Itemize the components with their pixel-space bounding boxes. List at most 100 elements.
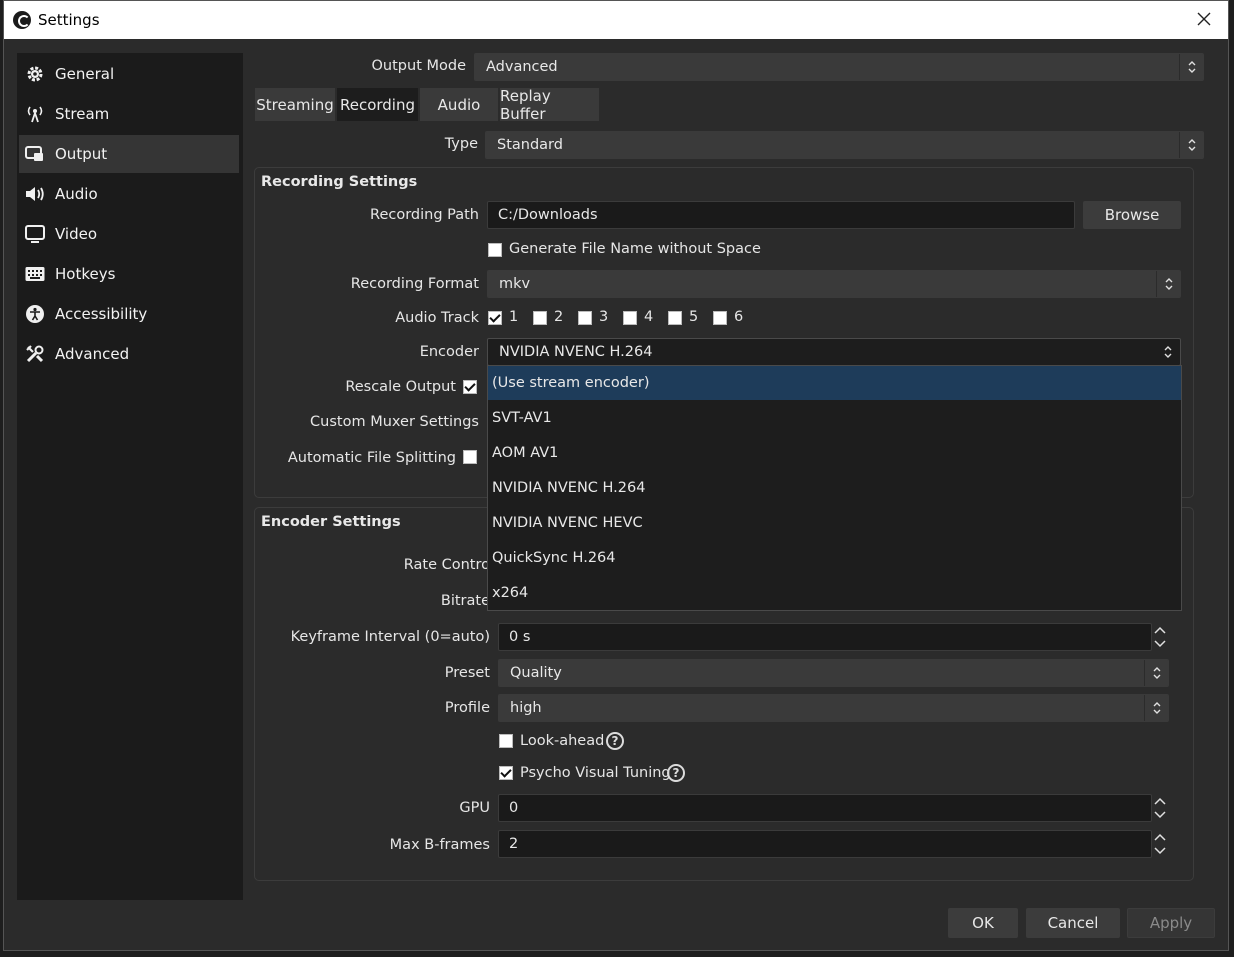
preset-label: Preset [444, 665, 490, 681]
updown-arrows-icon [1156, 271, 1180, 297]
encoder-option[interactable]: SVT-AV1 [488, 401, 1181, 435]
custom-muxer-label: Custom Muxer Settings [310, 414, 479, 430]
type-select[interactable]: Standard [485, 131, 1204, 159]
cancel-button[interactable]: Cancel [1026, 908, 1120, 938]
recording-settings-title: Recording Settings [261, 174, 418, 190]
speaker-icon [25, 184, 45, 204]
updown-arrows-icon [1156, 339, 1180, 365]
browse-button[interactable]: Browse [1083, 201, 1181, 229]
tools-icon [25, 344, 45, 364]
audio-track-3-checkbox[interactable] [578, 311, 592, 325]
tab-replay-buffer[interactable]: Replay Buffer [500, 87, 599, 123]
spin-down-icon[interactable] [1150, 637, 1170, 651]
keyboard-icon [25, 264, 45, 284]
title-bar: Settings [4, 1, 1228, 39]
max-b-frames-label: Max B-frames [389, 837, 490, 853]
close-button[interactable] [1192, 7, 1216, 31]
settings-window: Settings General Stream Output Audio Vid… [3, 0, 1229, 951]
keyframe-interval-input[interactable]: 0 s [498, 623, 1152, 651]
output-icon [25, 144, 45, 164]
gear-icon [25, 64, 45, 84]
preset-select[interactable]: Quality [498, 659, 1169, 687]
rescale-output-checkbox[interactable] [463, 380, 477, 394]
settings-sidebar: General Stream Output Audio Video Hotkey… [17, 53, 243, 900]
ok-button[interactable]: OK [948, 908, 1018, 938]
help-icon[interactable]: ? [667, 764, 685, 782]
updown-arrows-icon [1179, 132, 1203, 158]
updown-arrows-icon [1179, 54, 1203, 80]
updown-arrows-icon [1144, 660, 1168, 686]
encoder-dropdown-list: (Use stream encoder) SVT-AV1 AOM AV1 NVI… [487, 365, 1182, 611]
spin-down-icon[interactable] [1150, 808, 1170, 822]
automatic-file-splitting-checkbox[interactable] [463, 450, 477, 464]
output-mode-label: Output Mode [371, 58, 466, 74]
bitrate-label: Bitrate [440, 593, 490, 609]
keyframe-interval-spinner[interactable] [1150, 623, 1170, 651]
spin-up-icon[interactable] [1150, 830, 1170, 844]
audio-track-5-checkbox[interactable] [668, 311, 682, 325]
gpu-spinner[interactable] [1150, 794, 1170, 822]
look-ahead-label: Look-ahead [520, 733, 605, 749]
type-label: Type [444, 136, 478, 152]
gpu-label: GPU [459, 800, 490, 816]
sidebar-item-general[interactable]: General [19, 55, 239, 93]
sidebar-item-advanced[interactable]: Advanced [19, 335, 239, 373]
encoder-select[interactable]: NVIDIA NVENC H.264 [487, 338, 1181, 366]
recording-format-select[interactable]: mkv [487, 270, 1181, 298]
recording-format-value: mkv [499, 276, 531, 292]
gpu-input[interactable]: 0 [498, 794, 1152, 822]
apply-button[interactable]: Apply [1127, 908, 1215, 938]
profile-select[interactable]: high [498, 694, 1169, 722]
encoder-option[interactable]: (Use stream encoder) [488, 366, 1181, 400]
monitor-icon [25, 224, 45, 244]
sidebar-item-hotkeys[interactable]: Hotkeys [19, 255, 239, 293]
audio-track-6-checkbox[interactable] [713, 311, 727, 325]
sidebar-item-output[interactable]: Output [19, 135, 239, 173]
audio-track-4-label: 4 [644, 309, 654, 325]
sidebar-item-label: Advanced [55, 345, 130, 363]
sidebar-item-stream[interactable]: Stream [19, 95, 239, 133]
tab-recording[interactable]: Recording [337, 88, 418, 121]
recording-format-label: Recording Format [350, 276, 479, 292]
antenna-icon [25, 104, 45, 124]
audio-track-5-label: 5 [689, 309, 699, 325]
audio-track-1-checkbox[interactable] [488, 311, 502, 325]
spin-up-icon[interactable] [1150, 623, 1170, 637]
tab-streaming[interactable]: Streaming [255, 88, 335, 121]
profile-value: high [510, 700, 542, 716]
recording-path-input[interactable]: C:/Downloads [487, 201, 1075, 229]
audio-track-2-checkbox[interactable] [533, 311, 547, 325]
audio-track-4-checkbox[interactable] [623, 311, 637, 325]
psycho-visual-tuning-checkbox[interactable] [499, 766, 513, 780]
max-b-frames-input[interactable]: 2 [498, 830, 1152, 858]
encoder-option[interactable]: x264 [488, 576, 1181, 610]
encoder-option[interactable]: QuickSync H.264 [488, 541, 1181, 575]
sidebar-item-accessibility[interactable]: Accessibility [19, 295, 239, 333]
window-title: Settings [38, 11, 100, 29]
encoder-option[interactable]: AOM AV1 [488, 436, 1181, 470]
sidebar-item-audio[interactable]: Audio [19, 175, 239, 213]
close-icon [1197, 12, 1211, 26]
sidebar-item-label: Video [55, 225, 98, 243]
profile-label: Profile [444, 700, 490, 716]
look-ahead-checkbox[interactable] [499, 734, 513, 748]
audio-track-6-label: 6 [734, 309, 744, 325]
generate-file-name-label: Generate File Name without Space [509, 241, 761, 257]
encoder-option[interactable]: NVIDIA NVENC H.264 [488, 471, 1181, 505]
psycho-visual-tuning-label: Psycho Visual Tuning [520, 765, 671, 781]
spin-down-icon[interactable] [1150, 844, 1170, 858]
encoder-label: Encoder [419, 344, 479, 360]
sidebar-item-video[interactable]: Video [19, 215, 239, 253]
type-value: Standard [497, 137, 563, 153]
generate-file-name-checkbox[interactable] [488, 243, 502, 257]
spin-up-icon[interactable] [1150, 794, 1170, 808]
sidebar-item-label: Hotkeys [55, 265, 116, 283]
audio-track-label: Audio Track [395, 310, 479, 326]
help-icon[interactable]: ? [606, 732, 624, 750]
encoder-value: NVIDIA NVENC H.264 [499, 344, 653, 360]
encoder-option[interactable]: NVIDIA NVENC HEVC [488, 506, 1181, 540]
output-mode-select[interactable]: Advanced [474, 53, 1204, 81]
tab-audio[interactable]: Audio [420, 88, 498, 121]
max-b-frames-spinner[interactable] [1150, 830, 1170, 858]
recording-path-label: Recording Path [370, 207, 479, 223]
